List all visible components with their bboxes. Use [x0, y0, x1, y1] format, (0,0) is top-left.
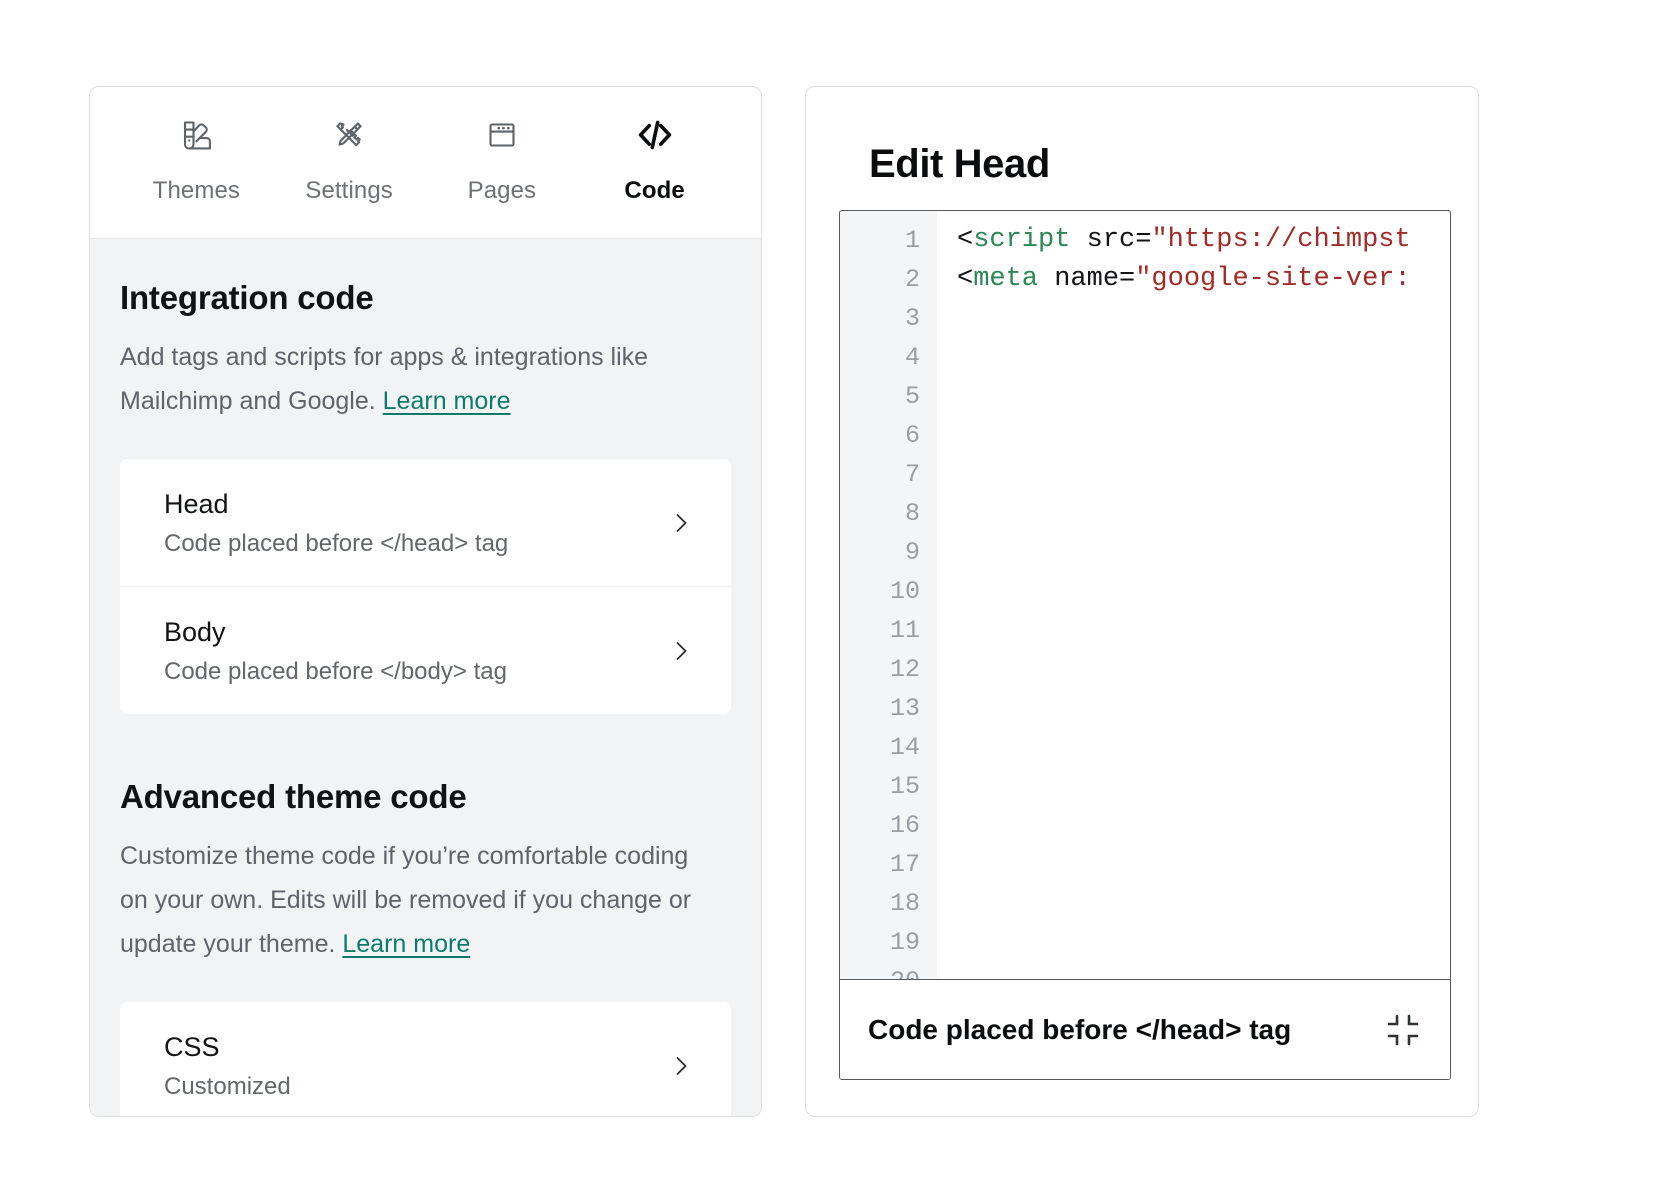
advanced-learn-more-link[interactable]: Learn more [342, 930, 470, 958]
list-item-css[interactable]: CSS Customized [120, 1002, 731, 1116]
line-number: 15 [889, 772, 920, 801]
code-editor-area[interactable]: 1234567891011121314151617181920 <script … [840, 211, 1450, 979]
tab-code[interactable]: Code [578, 113, 731, 205]
code-token-punct: < [957, 225, 974, 255]
line-number: 9 [904, 538, 920, 567]
code-editor[interactable]: 1234567891011121314151617181920 <script … [839, 210, 1451, 1080]
tab-themes[interactable]: Themes [120, 113, 273, 205]
line-number: 2 [904, 265, 920, 294]
advanced-theme-code-description: Customize theme code if you’re comfortab… [120, 834, 720, 966]
advanced-theme-code-title: Advanced theme code [120, 778, 467, 815]
line-number: 1 [904, 226, 920, 255]
pencil-ruler-icon [327, 113, 371, 157]
line-number: 20 [840, 962, 937, 979]
line-number: 6 [904, 421, 920, 450]
tab-pages[interactable]: Pages [426, 113, 579, 205]
line-number: 17 [889, 850, 920, 879]
line-number: 11 [889, 616, 920, 645]
chevron-right-icon [669, 1054, 693, 1078]
body-row-subtitle: Code placed before </body> tag [164, 658, 507, 685]
head-row-title: Head [164, 489, 229, 519]
editor-footer-text: Code placed before </head> tag [868, 1013, 1292, 1045]
css-row-subtitle: Customized [164, 1073, 291, 1100]
edit-head-panel: Edit Head 123456789101112131415161718192… [805, 86, 1479, 1117]
tab-bar: Themes Settings Pages Code [90, 87, 761, 239]
line-number: 10 [889, 577, 920, 606]
tab-code-label: Code [624, 177, 685, 204]
line-number: 12 [889, 655, 920, 684]
body-row-title: Body [164, 617, 226, 647]
integration-card-group: Head Code placed before </head> tag Body… [120, 459, 731, 714]
code-token-attr: name= [1038, 264, 1136, 294]
tab-themes-label: Themes [152, 177, 241, 204]
line-number: 8 [904, 499, 920, 528]
code-token-tag: meta [973, 264, 1039, 294]
code-token-str: "https://chimpst [1151, 225, 1411, 255]
line-number: 7 [904, 460, 920, 489]
integration-learn-more-link[interactable]: Learn more [383, 387, 511, 415]
code-line: <meta name="google-site-ver: [937, 260, 1450, 299]
line-number: 18 [889, 889, 920, 918]
code-token-str: "google-site-ver: [1135, 264, 1411, 294]
code-token-tag: script [973, 225, 1071, 255]
line-number: 19 [889, 928, 920, 957]
code-line: <script src="https://chimpst [937, 221, 1450, 260]
list-item-body[interactable]: Body Code placed before </body> tag [120, 586, 731, 714]
editor-footer: Code placed before </head> tag [840, 979, 1450, 1079]
integration-code-description: Add tags and scripts for apps & integrat… [120, 335, 720, 423]
tab-settings[interactable]: Settings [273, 113, 426, 205]
list-item-head[interactable]: Head Code placed before </head> tag [120, 459, 731, 586]
advanced-card-group: CSS Customized [120, 1002, 731, 1116]
panel-body: Integration code Add tags and scripts fo… [90, 239, 761, 1116]
line-number: 14 [889, 733, 920, 762]
code-token-attr: src= [1070, 225, 1152, 255]
chevron-right-icon [669, 511, 693, 535]
browser-window-icon [480, 113, 524, 157]
palette-icon [174, 113, 218, 157]
page-title: Edit Head [869, 142, 1050, 186]
code-content[interactable]: <script src="https://chimpst <meta name="… [937, 211, 1450, 979]
code-token-punct: < [957, 264, 974, 294]
tab-settings-label: Settings [305, 177, 393, 204]
code-brackets-icon [633, 113, 677, 157]
line-number: 3 [904, 304, 920, 333]
advanced-theme-code-section: Advanced theme code Customize theme code… [120, 778, 731, 1116]
css-row-title: CSS [164, 1032, 220, 1062]
line-number: 4 [904, 343, 920, 372]
line-number: 5 [904, 382, 920, 411]
line-number: 16 [889, 811, 920, 840]
code-settings-screen: Themes Settings Pages Code Integration c… [0, 0, 1680, 1202]
line-number-gutter: 1234567891011121314151617181920 [840, 211, 937, 979]
head-row-subtitle: Code placed before </head> tag [164, 530, 509, 557]
tab-pages-label: Pages [467, 177, 537, 204]
left-settings-panel: Themes Settings Pages Code Integration c… [89, 86, 762, 1117]
line-number: 13 [889, 694, 920, 723]
integration-code-title: Integration code [120, 279, 374, 316]
chevron-right-icon [669, 639, 693, 663]
collapse-icon[interactable] [1383, 1010, 1423, 1050]
